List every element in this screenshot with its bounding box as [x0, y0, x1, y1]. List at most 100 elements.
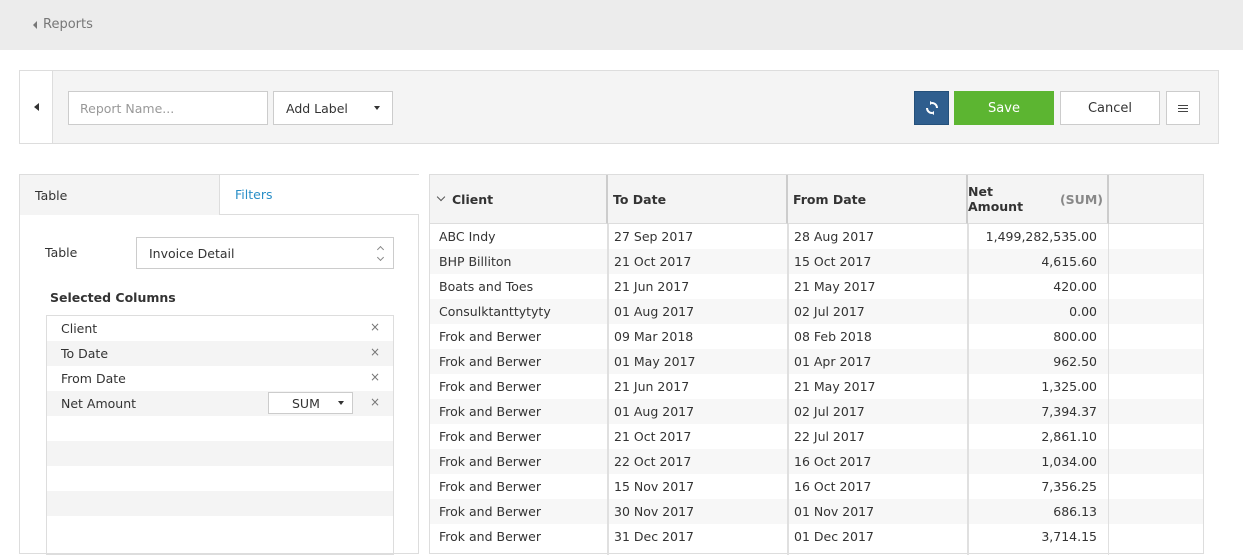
cell-from-date: 21 May 2017	[794, 279, 876, 294]
cell-client: Consulktanttytyty	[439, 304, 551, 319]
table-row[interactable]: Boats and Toes 21 Jun 2017 21 May 2017 420.…	[430, 274, 1203, 299]
table-row[interactable]: Frok and Berwer 22 Oct 2017 16 Oct 2017 1,0…	[430, 449, 1203, 474]
column-header-empty	[1109, 175, 1203, 224]
cell-to-date: 30 Nov 2017	[614, 504, 695, 519]
report-settings-panel: Table Filters Table Invoice Detail Selec…	[19, 174, 419, 555]
cell-client: Frok and Berwer	[439, 429, 541, 444]
column-label: Client	[61, 321, 98, 336]
cell-client: Frok and Berwer	[439, 354, 541, 369]
cell-net-amount: 7,394.37	[1041, 404, 1097, 419]
column-header-net-amount[interactable]: Net Amount (SUM)	[968, 175, 1109, 224]
table-select-value: Invoice Detail	[149, 245, 235, 261]
column-header-client[interactable]: Client	[430, 175, 608, 224]
selected-columns-title: Selected Columns	[50, 290, 176, 305]
collapse-panel-button[interactable]	[20, 71, 53, 143]
dropdown-caret-icon	[374, 106, 380, 110]
table-row[interactable]: Frok and Berwer 21 Oct 2017 22 Jul 2017 2,8…	[430, 424, 1203, 449]
top-bar: Reports	[0, 0, 1243, 50]
add-label-text: Add Label	[286, 100, 348, 116]
column-label: To Date	[61, 346, 109, 361]
table-row[interactable]: Frok and Berwer 21 Jun 2017 21 May 2017 1,3…	[430, 374, 1203, 399]
tab-table[interactable]: Table	[20, 175, 220, 215]
table-row[interactable]: Frok and Berwer 15 Nov 2017 16 Oct 2017 7,3…	[430, 474, 1203, 499]
remove-icon[interactable]: ×	[370, 370, 380, 384]
selected-columns-list: Client × To Date × From Date × Net Amoun…	[46, 315, 394, 555]
table-row[interactable]: BHP Billiton 21 Oct 2017 15 Oct 2017 4,615.…	[430, 249, 1203, 274]
report-name-input[interactable]	[68, 91, 268, 125]
cell-net-amount: 800.00	[1053, 329, 1097, 344]
back-to-reports-link[interactable]: Reports	[33, 17, 93, 32]
menu-button[interactable]	[1166, 91, 1200, 125]
cell-to-date: 21 Jun 2017	[614, 379, 690, 394]
cell-to-date: 01 Aug 2017	[614, 404, 695, 419]
cell-from-date: 22 Jul 2017	[794, 429, 865, 444]
sort-icon[interactable]	[436, 192, 446, 202]
cell-client: Frok and Berwer	[439, 454, 541, 469]
table-row[interactable]: ABC Indy 27 Sep 2017 28 Aug 2017 1,499,282,…	[430, 224, 1203, 249]
table-row[interactable]: Frok and Berwer 09 Mar 2018 08 Feb 2018 800…	[430, 324, 1203, 349]
cell-client: Frok and Berwer	[439, 329, 541, 344]
cell-net-amount: 3,714.15	[1041, 529, 1097, 544]
cell-client: Frok and Berwer	[439, 404, 541, 419]
cell-client: Frok and Berwer	[439, 479, 541, 494]
column-item-net-amount[interactable]: Net Amount SUM ×	[47, 391, 393, 416]
column-item-client[interactable]: Client ×	[47, 316, 393, 341]
collapse-icon	[33, 103, 39, 111]
cell-to-date: 22 Oct 2017	[614, 454, 692, 469]
cell-net-amount: 7,356.25	[1041, 479, 1097, 494]
cell-net-amount: 2,861.10	[1041, 429, 1097, 444]
column-item-from-date[interactable]: From Date ×	[47, 366, 393, 391]
report-grid: Client To Date From Date Net Amount (SUM…	[429, 174, 1204, 555]
cell-from-date: 28 Aug 2017	[794, 229, 875, 244]
add-label-dropdown[interactable]: Add Label	[273, 91, 393, 125]
cell-client: Boats and Toes	[439, 279, 534, 294]
cell-from-date: 02 Jul 2017	[794, 304, 865, 319]
cell-to-date: 31 Dec 2017	[614, 529, 694, 544]
cell-to-date: 21 Oct 2017	[614, 429, 692, 444]
table-field-label: Table	[45, 245, 78, 260]
aggregate-select[interactable]: SUM	[268, 392, 353, 414]
dropdown-caret-icon	[338, 401, 344, 405]
cell-to-date: 21 Oct 2017	[614, 254, 692, 269]
menu-icon	[1178, 104, 1188, 106]
cancel-button[interactable]: Cancel	[1060, 91, 1160, 125]
cell-from-date: 08 Feb 2018	[794, 329, 872, 344]
report-toolbar: Add Label Save Cancel	[19, 70, 1219, 144]
select-arrows-icon	[376, 245, 385, 261]
table-select[interactable]: Invoice Detail	[136, 237, 394, 269]
cell-net-amount: 686.13	[1053, 504, 1097, 519]
column-label: Net Amount	[61, 396, 137, 411]
cell-net-amount: 420.00	[1053, 279, 1097, 294]
cell-to-date: 09 Mar 2018	[614, 329, 694, 344]
cell-to-date: 01 Aug 2017	[614, 304, 695, 319]
table-row[interactable]: Consulktanttytyty 01 Aug 2017 02 Jul 2017 0…	[430, 299, 1203, 324]
table-row[interactable]: Frok and Berwer 01 Aug 2017 02 Jul 2017 7,3…	[430, 399, 1203, 424]
cell-client: ABC Indy	[439, 229, 496, 244]
save-button[interactable]: Save	[954, 91, 1054, 125]
column-header-from-date[interactable]: From Date	[788, 175, 968, 224]
table-row[interactable]: Frok and Berwer 30 Nov 2017 01 Nov 2017 686…	[430, 499, 1203, 524]
cell-to-date: 15 Nov 2017	[614, 479, 695, 494]
cell-net-amount: 1,034.00	[1041, 454, 1097, 469]
cell-from-date: 16 Oct 2017	[794, 479, 872, 494]
cell-to-date: 21 Jun 2017	[614, 279, 690, 294]
cell-from-date: 01 Nov 2017	[794, 504, 875, 519]
refresh-icon	[925, 101, 938, 115]
remove-icon[interactable]: ×	[370, 320, 380, 334]
cell-client: Frok and Berwer	[439, 379, 541, 394]
cell-from-date: 16 Oct 2017	[794, 454, 872, 469]
cell-client: Frok and Berwer	[439, 529, 541, 544]
remove-icon[interactable]: ×	[370, 395, 380, 409]
column-item-to-date[interactable]: To Date ×	[47, 341, 393, 366]
refresh-button[interactable]	[914, 91, 949, 125]
tab-filters[interactable]: Filters	[220, 175, 419, 215]
cell-net-amount: 4,615.60	[1041, 254, 1097, 269]
cell-net-amount: 1,325.00	[1041, 379, 1097, 394]
column-header-to-date[interactable]: To Date	[608, 175, 788, 224]
table-row[interactable]: Frok and Berwer 01 May 2017 01 Apr 2017 962…	[430, 349, 1203, 374]
cell-net-amount: 1,499,282,535.00	[985, 229, 1097, 244]
back-caret-icon	[33, 20, 37, 29]
cell-from-date: 01 Apr 2017	[794, 354, 872, 369]
table-row[interactable]: Frok and Berwer 31 Dec 2017 01 Dec 2017 3,7…	[430, 524, 1203, 549]
remove-icon[interactable]: ×	[370, 345, 380, 359]
